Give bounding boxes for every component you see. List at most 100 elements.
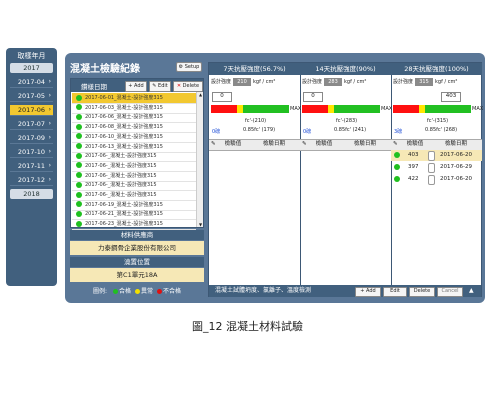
design-strength-value: 315 [415,78,434,86]
status-dot-icon [76,104,82,111]
strength-input[interactable]: 0 [212,92,232,102]
sample-badge-icon[interactable] [428,151,435,161]
status-dot-icon [76,191,82,198]
chevron-right-icon: › [48,148,51,155]
sample-badge-icon[interactable] [428,163,435,173]
year-month-label: 2017-06 [17,106,46,114]
delete-record-button[interactable]: ✕ Delete [173,81,203,92]
add-record-button[interactable]: + Add [125,81,147,92]
pass-zone-bar [334,105,380,113]
strength-unit: kgf / cm² [435,79,458,85]
record-list: 鑽樣日期 + Add ✎ Edit ✕ Delete 2017-06-01_混凝… [70,78,204,231]
record-row-label: 2017-06-10_混凝土-設計強度315 [85,133,163,140]
record-row-label: 2017-06-13_混凝土-設計強度315 [85,143,163,150]
bottom-edit-button[interactable]: Edit [383,287,407,297]
strength-input[interactable]: 403 [441,92,461,102]
sample-table-header: ✎ 檢驗值 檢驗日期 [209,139,300,151]
month-item[interactable]: 2017-09 › [10,133,53,144]
strength-column: 7天抗壓強度(56.7%) 設計強度 210 kgf / cm² 0 MAX 0磅 fc'-(… [209,63,301,285]
zero-label: 0磅 [303,129,312,135]
edit-pen-icon[interactable]: ✎ [302,140,307,149]
record-list-scrollbar[interactable]: ▲ ▼ [196,92,203,227]
bottom-delete-button[interactable]: Delete [409,287,435,297]
sample-value: 397 [408,164,419,170]
status-dot-icon [76,210,82,217]
sample-value: 422 [408,176,419,182]
month-item[interactable]: 2017-12 › [10,175,53,186]
record-row-label: 2017-06-01_混凝土-設計強度315 [85,95,163,101]
sample-row[interactable]: 422 2017-06-20 [391,174,482,185]
year-month-panel: 取樣年月 2017 2017-04 › 2017-05 › 2017-06 › 2017-07… [6,48,57,286]
year-item[interactable]: 2017 [10,63,53,73]
design-strength-label: 設計強度 [302,79,323,85]
sample-value: 403 [408,152,419,158]
record-row[interactable]: 2017-06-23_混凝土-設計強度315 [72,219,196,231]
supplier-value: 力泰鋼骨企業股份有限公司 [70,241,204,255]
strength-column-title: 14天抗壓強度(90%) [300,63,391,75]
status-dot-icon [76,162,82,169]
record-row-label: 2017-06-06_混凝土-設計強度315 [85,114,163,121]
strength-column: 14天抗壓強度(90%) 設計強度 283 kgf / cm² 0 MAX 0磅 fc'-(2… [300,63,392,285]
legend-label: 合格 [118,288,131,295]
month-item[interactable]: 2017-10 › [10,147,53,158]
sample-row[interactable]: 397 2017-06-29 [391,162,482,173]
design-strength-value: 283 [324,78,343,86]
bottom-add-button[interactable]: + Add [355,287,381,297]
setup-button[interactable]: ⚙ Setup [176,62,202,72]
year-month-label: 2017 [23,64,40,72]
scroll-down-icon[interactable]: ▼ [198,222,203,227]
design-strength-value: 210 [233,78,252,86]
legend-dot-icon [112,289,118,294]
chevron-right-icon: › [48,78,51,85]
design-strength-row: 設計強度 210 kgf / cm² [211,78,299,86]
year-month-title: 取樣年月 [17,52,46,60]
setup-label: Setup [184,64,200,70]
setup-icon: ⚙ [178,64,184,70]
test-date-header: 檢驗日期 [262,141,285,147]
edit-pen-icon[interactable]: ✎ [211,140,216,149]
legend-label: 異常 [140,288,153,295]
record-row-label: 2017-06-23_混凝土-設計強度315 [85,221,163,228]
sample-date: 2017-06-20 [440,176,472,182]
collapse-arrow-icon[interactable]: ▲ [469,285,474,297]
pass-zone-bar [243,105,289,113]
strength-unit: kgf / cm² [253,79,276,85]
year-month-label: 2017-12 [17,176,46,184]
record-row-label: 2017-06-21_混凝土-設計強度315 [85,211,163,218]
status-dot-icon [394,151,400,158]
design-strength-row: 設計強度 315 kgf / cm² [393,78,481,86]
record-list-header: 鑽樣日期 + Add ✎ Edit ✕ Delete [71,79,203,92]
test-value-header: 檢驗值 [406,141,424,147]
month-item[interactable]: 2017-04 › [10,77,53,88]
month-item[interactable]: 2017-11 › [10,161,53,172]
year-month-label: 2017-05 [17,92,46,100]
chevron-right-icon: › [48,134,51,141]
test-date-header: 檢驗日期 [353,141,376,147]
bottom-cancel-button[interactable]: Cancel [437,287,463,297]
record-row-label: 2017-06-_混凝土-設計強度315 [85,182,157,189]
edit-record-button[interactable]: ✎ Edit [149,81,171,92]
month-item[interactable]: 2017-07 › [10,119,53,130]
fail-zone-bar [211,105,237,113]
sample-row[interactable]: 403 2017-06-20 [391,150,482,161]
year-month-label: 2017-07 [17,120,46,128]
legend-items: 合格 異常 不合格 [109,288,181,295]
status-dot-icon [76,133,82,140]
record-row-label: 2017-06-_混凝土-設計強度315 [85,162,157,169]
record-panel: 混凝土檢驗紀錄 ⚙ Setup 鑽樣日期 + Add ✎ Edit ✕ Dele… [70,58,205,301]
record-row-label: 2017-06-_混凝土-設計強度315 [85,192,157,198]
design-strength-label: 設計強度 [393,79,414,85]
strength-input[interactable]: 0 [303,92,323,102]
fail-zone-bar [302,105,328,113]
zero-label: 0磅 [212,129,221,135]
edit-pen-icon[interactable]: ✎ [393,140,398,149]
scroll-up-icon[interactable]: ▲ [198,92,203,97]
record-row-label: 2017-06-03_混凝土-設計強度315 [85,104,163,111]
month-item[interactable]: 2017-05 › [10,91,53,102]
design-strength-row: 設計強度 283 kgf / cm² [302,78,390,86]
sample-badge-icon[interactable] [428,175,435,185]
month-item[interactable]: 2017-06 › [10,105,53,116]
year-item[interactable]: 2018 [10,189,53,199]
pass-zone-bar [425,105,471,113]
strength-column-title: 28天抗壓強度(100%) [391,63,482,75]
